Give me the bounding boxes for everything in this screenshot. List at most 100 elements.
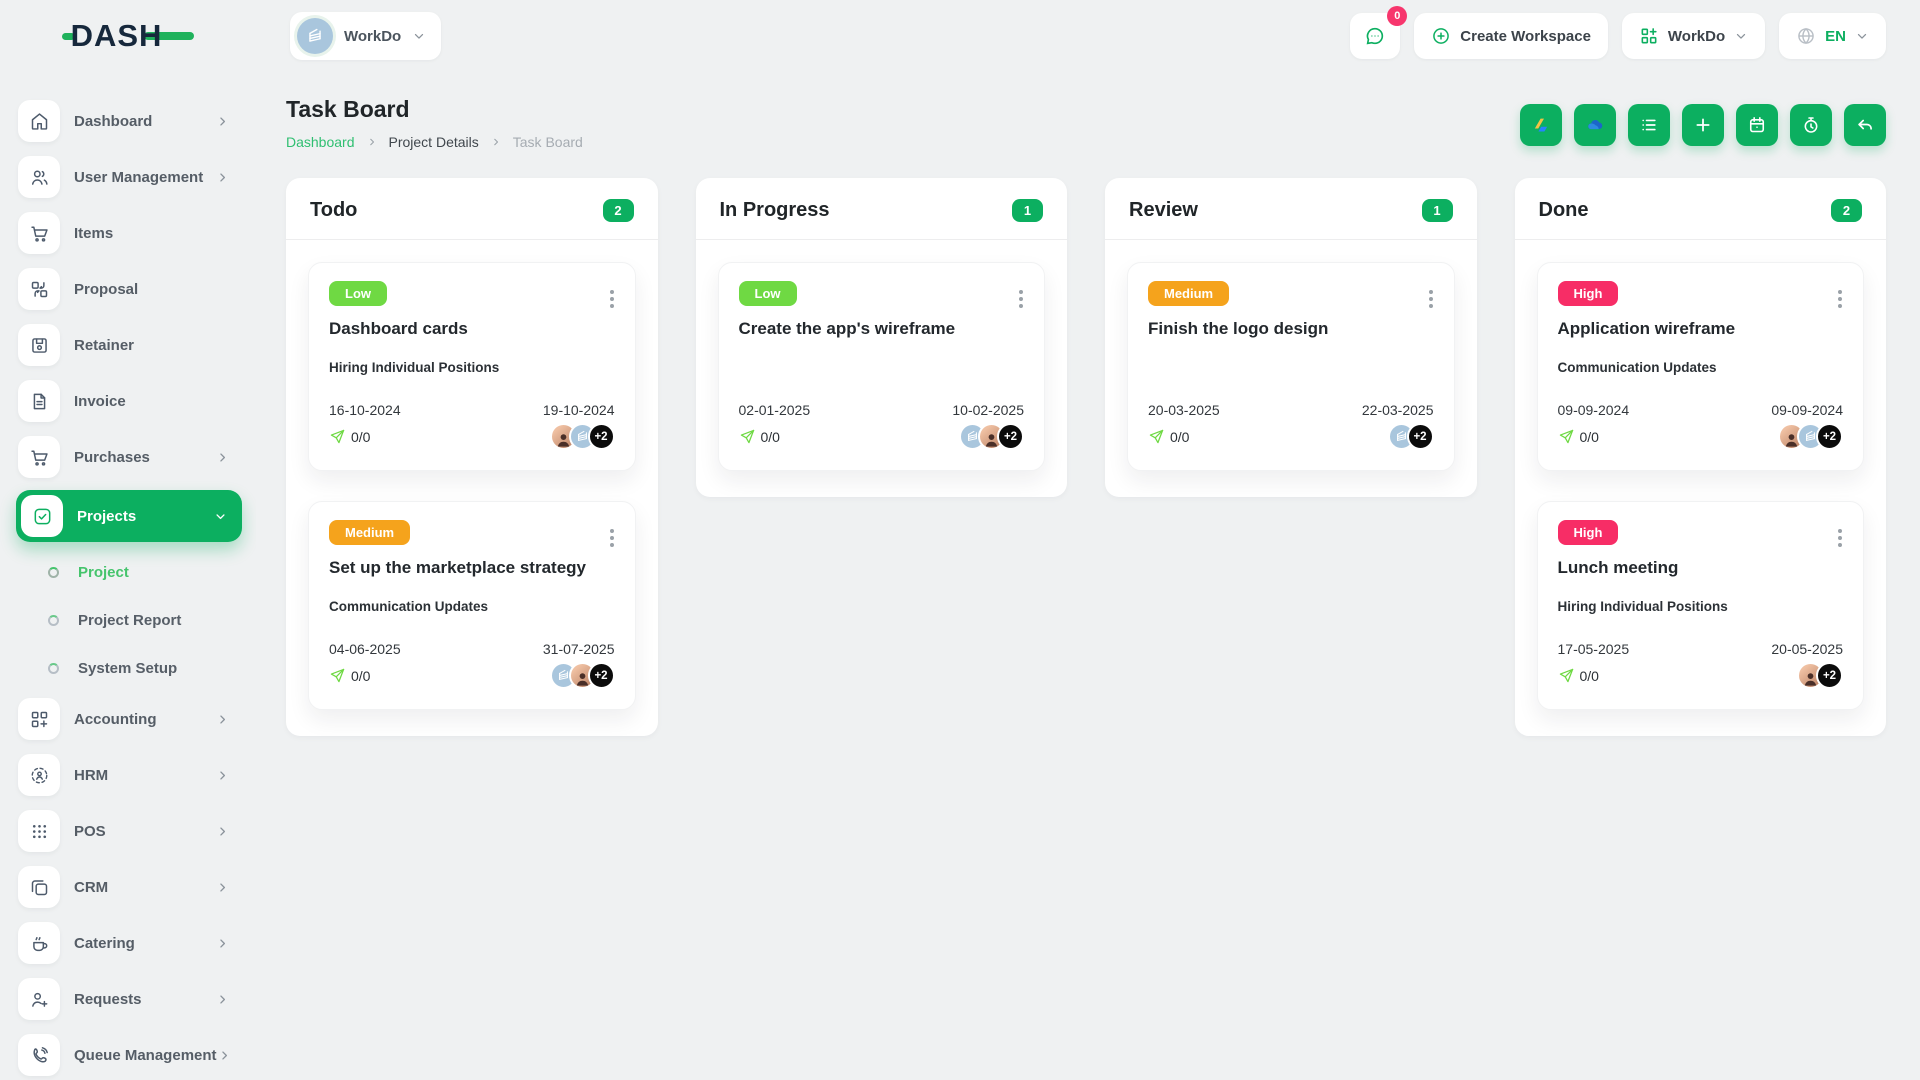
column-cards: High Application wireframe Communication U…: [1515, 240, 1887, 736]
copy-squares-icon: [18, 866, 60, 908]
sidebar-item-label: User Management: [74, 168, 204, 186]
sidebar-item-label: Invoice: [74, 392, 126, 410]
kebab-dot: [609, 304, 614, 308]
due-date: 31-07-2025: [542, 641, 615, 657]
task-card[interactable]: High Application wireframe Communication U…: [1536, 262, 1864, 471]
breadcrumb: Dashboard Project Details Task Board: [286, 134, 583, 150]
chevron-down-icon: [1855, 29, 1869, 43]
users-icon: [18, 156, 60, 198]
sidebar-item-queue-management[interactable]: Queue Management: [16, 1032, 242, 1078]
sidebar-item-label: Projects: [77, 507, 137, 525]
sidebar-item-crm[interactable]: CRM: [16, 864, 242, 910]
card-menu-button[interactable]: [1014, 285, 1028, 313]
card-dates: 04-06-2025 31-07-2025: [329, 641, 615, 657]
calendar-icon: [1747, 115, 1767, 135]
breadcrumb-item-dashboard[interactable]: Dashboard: [286, 134, 355, 150]
messages-button[interactable]: 0: [1350, 6, 1408, 59]
start-date: 04-06-2025: [329, 641, 401, 657]
list-view-button[interactable]: [1628, 104, 1670, 146]
assignee-avatars: +2: [959, 423, 1024, 450]
sidebar-item-requests[interactable]: Requests: [16, 976, 242, 1022]
milestone-label: Communication Updates: [329, 599, 489, 614]
more-members-badge: +2: [1406, 423, 1434, 450]
card-menu-button[interactable]: [605, 524, 619, 552]
sidebar-subitem-project[interactable]: Project: [16, 552, 242, 592]
more-members-badge: +2: [587, 662, 615, 689]
sidebar-item-dashboard[interactable]: Dashboard: [16, 98, 242, 144]
card-title: Create the app's wireframe: [738, 319, 956, 338]
sidebar-item-purchases[interactable]: Purchases: [16, 434, 242, 480]
kebab-dot: [609, 297, 614, 301]
card-menu-button[interactable]: [1424, 285, 1438, 313]
sidebar-item-items[interactable]: Items: [16, 210, 242, 256]
board-column-done: Done 2 High Application wireframe Communicat…: [1514, 178, 1887, 736]
card-footer: 0/0 +2: [329, 662, 615, 689]
undo-icon: [1855, 115, 1875, 135]
task-card[interactable]: Medium Finish the logo design 20-03-2025 22…: [1127, 262, 1455, 471]
kebab-dot: [1019, 304, 1023, 308]
phone-call-icon: [18, 1034, 60, 1076]
app-menu-label: WorkDo: [1667, 27, 1726, 45]
sidebar-item-accounting[interactable]: Accounting: [16, 696, 242, 742]
kebab-dot: [1838, 543, 1842, 547]
sidebar-item-hrm[interactable]: HRM: [16, 752, 242, 798]
brand-logo[interactable]: DASH: [0, 18, 256, 54]
progress-count: 0/0: [760, 428, 780, 445]
assignee-avatars: +2: [1778, 423, 1843, 450]
language-selector[interactable]: EN: [1779, 13, 1886, 59]
kebab-dot: [1019, 290, 1023, 294]
task-progress: 0/0: [1558, 667, 1599, 684]
add-task-button[interactable]: [1682, 104, 1724, 146]
task-board: Todo 2 Low Dashboard cards Hiring Individual…: [286, 178, 1886, 736]
workspace-switcher[interactable]: WorkDo: [290, 12, 442, 60]
task-card[interactable]: Low Dashboard cards Hiring Individual Posi…: [308, 262, 636, 471]
sidebar-subitem-system-setup[interactable]: System Setup: [16, 648, 242, 688]
topbar: DASH WorkDo 0 Create Workspace WorkDo EN: [0, 0, 1920, 72]
start-date: 20-03-2025: [1148, 402, 1220, 418]
card-menu-button[interactable]: [1833, 285, 1847, 313]
sidebar-item-catering[interactable]: Catering: [16, 920, 242, 966]
sidebar-item-projects[interactable]: Projects: [16, 490, 242, 542]
task-card[interactable]: High Lunch meeting Hiring Individual Posit…: [1536, 501, 1864, 710]
calendar-button[interactable]: [1736, 104, 1778, 146]
column-cards: Medium Finish the logo design 20-03-2025 22…: [1105, 240, 1477, 497]
create-workspace-button[interactable]: Create Workspace: [1414, 13, 1608, 59]
task-card[interactable]: Medium Set up the marketplace strategy Com…: [308, 501, 636, 710]
sidebar-item-label: HRM: [74, 766, 109, 784]
sidebar-subitem-project-report[interactable]: Project Report: [16, 600, 242, 640]
column-cards: Low Create the app's wireframe 02-01-2025 1…: [696, 240, 1068, 497]
card-menu-button[interactable]: [605, 285, 619, 313]
column-count-badge: 1: [1421, 199, 1453, 222]
plus-circle-icon: [1431, 26, 1451, 46]
milestone-label: [739, 360, 1025, 377]
column-title: In Progress: [719, 199, 830, 221]
column-title: Done: [1538, 199, 1589, 221]
sidebar-item-invoice[interactable]: Invoice: [16, 378, 242, 424]
sidebar-item-pos[interactable]: POS: [16, 808, 242, 854]
google-drive-button[interactable]: [1520, 104, 1562, 146]
back-button[interactable]: [1844, 104, 1886, 146]
sidebar-item-user-management[interactable]: User Management: [16, 154, 242, 200]
file-text-icon: [18, 380, 60, 422]
onedrive-icon: [1585, 115, 1605, 135]
task-card[interactable]: Low Create the app's wireframe 02-01-2025 1…: [717, 262, 1045, 471]
breadcrumb-item-project-details: Project Details: [388, 134, 479, 150]
send-icon: [1148, 428, 1165, 445]
column-cards: Low Dashboard cards Hiring Individual Posi…: [286, 240, 658, 736]
hrm-target-user-icon: [18, 754, 60, 796]
onedrive-button[interactable]: [1574, 104, 1616, 146]
start-date: 02-01-2025: [738, 402, 811, 418]
start-date: 16-10-2024: [329, 402, 401, 418]
timer-button[interactable]: [1790, 104, 1832, 146]
message-icon: [1364, 25, 1386, 47]
sidebar-item-retainer[interactable]: Retainer: [16, 322, 242, 368]
sidebar-item-label: POS: [74, 822, 106, 840]
card-menu-button[interactable]: [1833, 524, 1847, 552]
sidebar-item-label: Purchases: [74, 448, 150, 466]
card-dates: 20-03-2025 22-03-2025: [1148, 402, 1434, 418]
list-icon: [1639, 115, 1659, 135]
topbar-actions: 0 Create Workspace WorkDo EN: [1350, 6, 1886, 59]
chevron-right-icon: [215, 824, 230, 839]
app-menu-button[interactable]: WorkDo: [1621, 13, 1766, 59]
sidebar-item-proposal[interactable]: Proposal: [16, 266, 242, 312]
